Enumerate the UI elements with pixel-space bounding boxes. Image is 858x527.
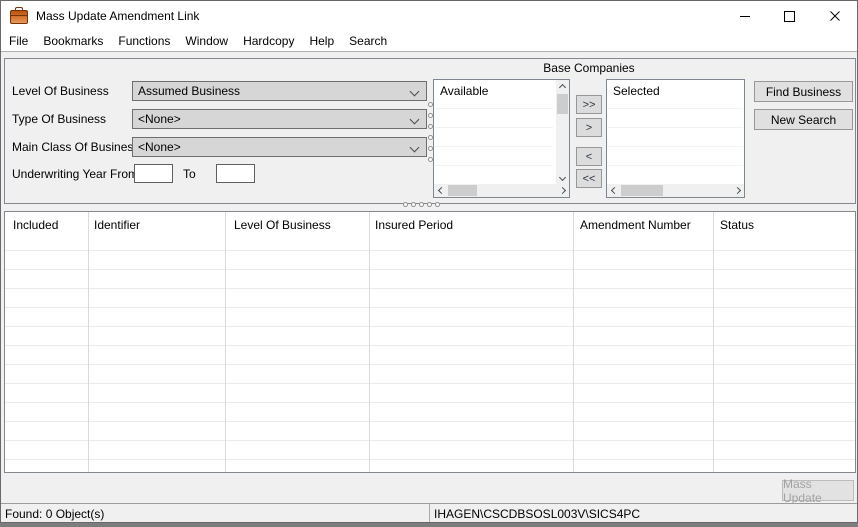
column-divider[interactable] (713, 212, 714, 472)
column-divider[interactable] (573, 212, 574, 472)
column-header-identifier[interactable]: Identifier (94, 218, 140, 232)
horizontal-scroll-thumb[interactable] (621, 185, 663, 196)
level-of-business-combobox[interactable]: Assumed Business (132, 81, 427, 101)
scroll-down-icon[interactable] (556, 170, 569, 184)
find-business-button[interactable]: Find Business (754, 81, 853, 102)
available-list-label: Available (440, 84, 488, 98)
column-divider[interactable] (88, 212, 89, 472)
column-header-level-of-business[interactable]: Level Of Business (234, 218, 331, 232)
scroll-up-icon[interactable] (556, 80, 569, 94)
chevron-down-icon (410, 115, 420, 125)
maximize-icon (784, 11, 795, 22)
chevron-down-icon (410, 87, 420, 97)
minimize-icon (740, 16, 750, 17)
scroll-left-icon[interactable] (607, 184, 621, 197)
underwriting-year-to-input[interactable] (216, 164, 255, 183)
results-table: Included Identifier Level Of Business In… (4, 211, 856, 473)
app-window: Mass Update Amendment Link File Bookmark… (0, 0, 858, 523)
window-controls (722, 1, 857, 31)
mass-update-button[interactable]: Mass Update (782, 480, 854, 501)
move-left-button[interactable]: < (576, 147, 602, 166)
type-of-business-combobox[interactable]: <None> (132, 109, 427, 129)
available-horizontal-scrollbar[interactable] (434, 184, 569, 197)
column-header-amendment-number[interactable]: Amendment Number (580, 218, 691, 232)
grip-dot (419, 202, 424, 207)
base-companies-label: Base Companies (433, 61, 745, 75)
level-of-business-value: Assumed Business (138, 84, 240, 98)
available-list-rows (435, 108, 553, 182)
status-server-path: IHAGEN\CSCDBSOSL003V\SICS4PC (434, 507, 640, 521)
available-vertical-scrollbar[interactable] (556, 80, 569, 184)
main-class-of-business-value: <None> (138, 140, 181, 154)
type-of-business-label: Type Of Business (12, 112, 106, 126)
briefcase-icon (10, 10, 28, 24)
menu-item-hardcopy[interactable]: Hardcopy (243, 34, 294, 48)
selected-list-rows (608, 108, 743, 182)
move-all-left-button[interactable]: << (576, 169, 602, 188)
minimize-button[interactable] (722, 1, 767, 31)
main-class-of-business-label: Main Class Of Business (12, 140, 139, 154)
grip-dot (428, 157, 433, 162)
horizontal-scroll-thumb[interactable] (448, 185, 477, 196)
scroll-right-icon[interactable] (555, 184, 569, 197)
maximize-button[interactable] (767, 1, 812, 31)
grip-dot (411, 202, 416, 207)
grip-dot (428, 135, 433, 140)
status-bar: Found: 0 Object(s) IHAGEN\CSCDBSOSL003V\… (1, 503, 857, 523)
close-button[interactable] (812, 1, 857, 31)
menu-item-functions[interactable]: Functions (118, 34, 170, 48)
grip-dot (428, 146, 433, 151)
grip-dot (428, 102, 433, 107)
grip-dot (428, 124, 433, 129)
title-bar[interactable]: Mass Update Amendment Link (1, 1, 857, 31)
menu-item-bookmarks[interactable]: Bookmarks (43, 34, 103, 48)
move-all-right-button[interactable]: >> (576, 95, 602, 114)
chevron-down-icon (410, 143, 420, 153)
vertical-scroll-thumb[interactable] (557, 94, 568, 114)
menu-item-window[interactable]: Window (185, 34, 228, 48)
grip-dot (403, 202, 408, 207)
selected-horizontal-scrollbar[interactable] (607, 184, 744, 197)
main-class-of-business-combobox[interactable]: <None> (132, 137, 427, 157)
status-found-count: Found: 0 Object(s) (5, 507, 104, 521)
menu-bar: File Bookmarks Functions Window Hardcopy… (1, 31, 857, 52)
grip-dot (427, 202, 432, 207)
column-header-insured-period[interactable]: Insured Period (375, 218, 453, 232)
underwriting-year-from-label: Underwriting Year From (12, 167, 138, 181)
status-bar-divider (429, 504, 430, 523)
column-divider[interactable] (225, 212, 226, 472)
column-divider[interactable] (369, 212, 370, 472)
menu-item-search[interactable]: Search (349, 34, 387, 48)
new-search-button[interactable]: New Search (754, 109, 853, 130)
grip-dot (435, 202, 440, 207)
close-icon (830, 11, 840, 21)
column-header-included[interactable]: Included (13, 218, 58, 232)
screen: Mass Update Amendment Link File Bookmark… (0, 0, 858, 527)
scroll-right-icon[interactable] (730, 184, 744, 197)
scroll-left-icon[interactable] (434, 184, 448, 197)
selected-companies-list[interactable]: Selected (606, 79, 745, 198)
vertical-splitter-grip[interactable] (428, 102, 433, 162)
available-companies-list[interactable]: Available (433, 79, 570, 198)
table-empty-rows (5, 250, 855, 472)
grip-dot (428, 113, 433, 118)
type-of-business-value: <None> (138, 112, 181, 126)
underwriting-year-to-label: To (183, 167, 196, 181)
menu-item-help[interactable]: Help (309, 34, 334, 48)
selected-list-label: Selected (613, 84, 660, 98)
column-header-status[interactable]: Status (720, 218, 754, 232)
horizontal-splitter-grip[interactable] (403, 202, 440, 207)
move-right-button[interactable]: > (576, 118, 602, 137)
menu-item-file[interactable]: File (9, 34, 28, 48)
underwriting-year-from-input[interactable] (134, 164, 173, 183)
window-title: Mass Update Amendment Link (36, 9, 199, 23)
level-of-business-label: Level Of Business (12, 84, 109, 98)
